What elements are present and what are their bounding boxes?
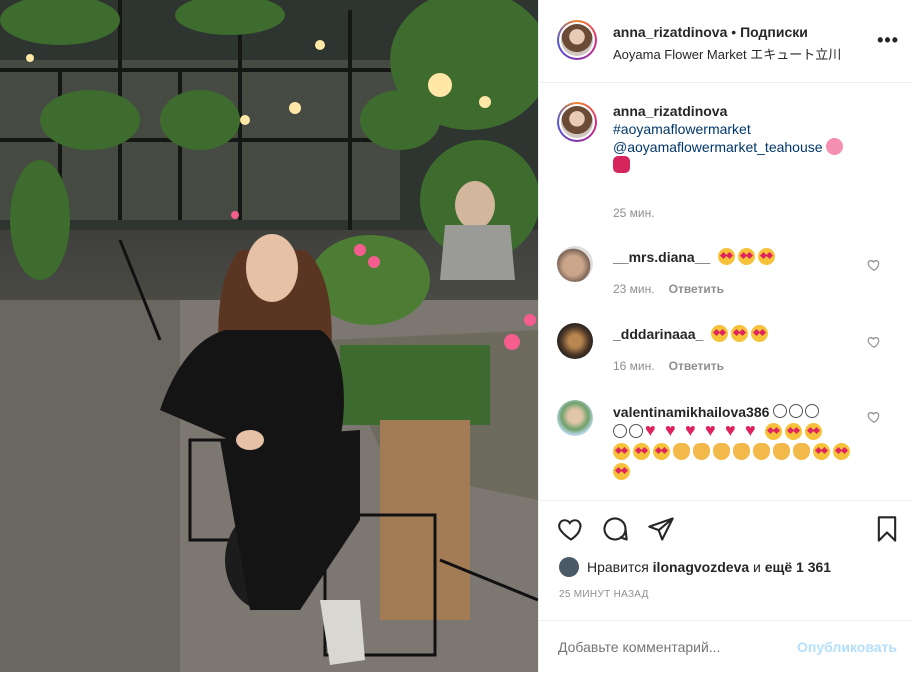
- caption-username[interactable]: anna_rizatdinova: [613, 102, 863, 120]
- hibiscus-emoji-icon: [826, 138, 844, 155]
- header-separator: •: [727, 24, 741, 40]
- save-bookmark-icon[interactable]: [873, 515, 901, 543]
- comment-meta: 16 мин. Ответить: [613, 359, 724, 373]
- comment-time: 16 мин.: [613, 359, 655, 373]
- post-location[interactable]: Aoyama Flower Market エキュート立川: [613, 44, 841, 63]
- photo-illustration: [0, 0, 538, 672]
- comment-text: valentinamikhailova386: [613, 402, 873, 482]
- comment-item: __mrs.diana__ 23 мин. Ответить: [557, 246, 897, 306]
- clap-emoji-icon: [753, 443, 770, 460]
- post-sidebar: anna_rizatdinova • Подписки Aoyama Flowe…: [538, 0, 912, 672]
- liker-avatar[interactable]: [559, 557, 579, 577]
- clap-emoji-icon: [713, 443, 730, 460]
- add-comment-input[interactable]: [558, 639, 778, 655]
- heart-eyes-emoji-icon: [833, 443, 850, 460]
- caption-avatar[interactable]: [557, 102, 597, 142]
- comment-text: __mrs.diana__: [613, 248, 863, 266]
- heart-eyes-emoji-icon: [785, 423, 802, 440]
- red-heart-emoji-icon: [725, 420, 742, 440]
- smile-emoji-icon: [773, 404, 788, 418]
- comment-bubble-icon[interactable]: [601, 515, 629, 543]
- like-heart-icon[interactable]: [557, 515, 585, 543]
- clap-emoji-icon: [673, 443, 690, 460]
- heart-eyes-emoji-icon: [813, 443, 830, 460]
- author-username[interactable]: anna_rizatdinova: [613, 24, 727, 40]
- comment-time: 23 мин.: [613, 282, 655, 296]
- likes-middle: и: [749, 559, 765, 575]
- like-comment-heart-icon[interactable]: [867, 258, 881, 272]
- red-heart-emoji-icon: [685, 420, 702, 440]
- author-avatar[interactable]: [557, 20, 597, 60]
- post-photo[interactable]: [0, 0, 538, 672]
- heart-eyes-emoji-icon: [805, 423, 822, 440]
- heart-eyes-emoji-icon: [633, 443, 650, 460]
- post-timestamp: 25 МИНУТ НАЗАД: [559, 589, 649, 600]
- heart-eyes-emoji-icon: [738, 248, 756, 265]
- post-header: anna_rizatdinova • Подписки Aoyama Flowe…: [539, 0, 912, 83]
- following-button[interactable]: Подписки: [740, 24, 808, 40]
- caption-mention[interactable]: @aoyamaflowermarket_teahouse: [613, 139, 823, 155]
- heart-eyes-emoji-icon: [731, 325, 749, 342]
- heart-eyes-emoji-icon: [751, 325, 769, 342]
- share-direct-icon[interactable]: [647, 515, 675, 543]
- likes-summary: Нравится ilonagvozdeva и ещё 1 361: [559, 557, 831, 577]
- author-avatar-image: [561, 24, 593, 56]
- likes-count-link[interactable]: ещё 1 361: [765, 559, 831, 575]
- heart-eyes-emoji-icon: [718, 248, 736, 265]
- heart-eyes-emoji-icon: [613, 443, 630, 460]
- likes-prefix: Нравится: [587, 559, 653, 575]
- comment-meta: 23 мин. Ответить: [613, 282, 724, 296]
- more-options-icon[interactable]: •••: [877, 30, 899, 51]
- comment-item: valentinamikhailova386: [557, 400, 897, 500]
- like-comment-heart-icon[interactable]: [867, 335, 881, 349]
- red-heart-emoji-icon: [645, 420, 662, 440]
- comment-item: _dddarinaaa_ 16 мин. Ответить: [557, 323, 897, 383]
- smile-emoji-icon: [805, 404, 820, 418]
- comment-text: _dddarinaaa_: [613, 325, 863, 343]
- red-heart-emoji-icon: [705, 420, 722, 440]
- caption: anna_rizatdinova #aoyamaflowermarket @ao…: [557, 102, 897, 222]
- commenter-avatar[interactable]: [557, 400, 593, 436]
- caption-hashtag[interactable]: #aoyamaflowermarket: [613, 121, 751, 137]
- comment-username[interactable]: _dddarinaaa_: [613, 326, 703, 342]
- heart-eyes-emoji-icon: [653, 443, 670, 460]
- post-actions: [539, 500, 912, 561]
- comment-username[interactable]: __mrs.diana__: [613, 249, 710, 265]
- post-dialog: anna_rizatdinova • Подписки Aoyama Flowe…: [0, 0, 912, 672]
- red-heart-emoji-icon: [745, 420, 762, 440]
- caption-text: anna_rizatdinova #aoyamaflowermarket @ao…: [613, 102, 863, 174]
- clap-emoji-icon: [733, 443, 750, 460]
- like-comment-heart-icon[interactable]: [867, 410, 881, 424]
- add-comment-bar: Опубликовать: [539, 620, 912, 673]
- comment-username[interactable]: valentinamikhailova386: [613, 404, 769, 420]
- comments-list[interactable]: anna_rizatdinova #aoyamaflowermarket @ao…: [539, 82, 912, 500]
- caption-time: 25 мин.: [613, 206, 655, 220]
- heart-eyes-emoji-icon: [758, 248, 776, 265]
- reply-button[interactable]: Ответить: [669, 282, 724, 296]
- heart-eyes-emoji-icon: [765, 423, 782, 440]
- clap-emoji-icon: [793, 443, 810, 460]
- commenter-avatar[interactable]: [557, 323, 593, 359]
- lips-emoji-icon: [613, 156, 630, 173]
- publish-button[interactable]: Опубликовать: [797, 639, 897, 655]
- header-title-line: anna_rizatdinova • Подписки: [613, 24, 808, 40]
- smile-emoji-icon: [789, 404, 804, 418]
- commenter-avatar[interactable]: [557, 246, 593, 282]
- heart-eyes-emoji-icon: [711, 325, 729, 342]
- liker-username[interactable]: ilonagvozdeva: [653, 559, 749, 575]
- clap-emoji-icon: [693, 443, 710, 460]
- red-heart-emoji-icon: [665, 420, 682, 440]
- clap-emoji-icon: [773, 443, 790, 460]
- caption-avatar-image: [561, 106, 593, 138]
- smile-emoji-icon: [613, 424, 627, 438]
- reply-button[interactable]: Ответить: [669, 359, 724, 373]
- smile-emoji-icon: [629, 424, 643, 438]
- heart-eyes-emoji-icon: [613, 463, 630, 480]
